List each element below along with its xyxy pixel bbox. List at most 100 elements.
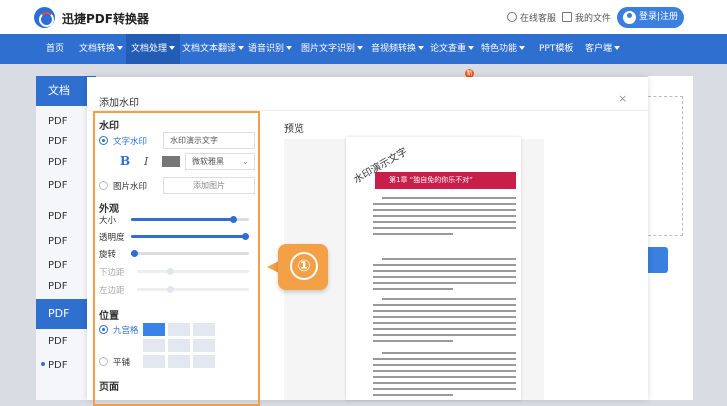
text-line: [373, 233, 453, 235]
background-sidebar-item[interactable]: PDF: [48, 157, 67, 168]
chevron-down-icon: [468, 46, 475, 50]
left-margin-slider[interactable]: [137, 286, 249, 293]
text-line: [373, 310, 516, 312]
size-slider-handle[interactable]: [230, 216, 238, 223]
text-line: [373, 203, 516, 205]
background-sidebar-item[interactable]: PDF: [48, 336, 67, 347]
size-slider[interactable]: [131, 216, 249, 223]
grid-cell-bottom-center[interactable]: [168, 355, 190, 368]
nav-client[interactable]: 客户端: [585, 34, 621, 64]
grid-cell-bottom-right[interactable]: [193, 355, 215, 368]
text-line: [373, 304, 516, 306]
nav-av-convert[interactable]: 音视频转换: [371, 34, 425, 64]
watermark-section-title: 水印: [99, 121, 119, 132]
nav-plagiarism[interactable]: 论文查重: [430, 34, 475, 64]
login-label: 登录|注册: [639, 12, 679, 22]
text-line: [382, 298, 516, 300]
nav-speech[interactable]: 语音识别: [248, 34, 293, 64]
chevron-down-icon: [418, 46, 425, 50]
italic-button[interactable]: I: [144, 155, 148, 168]
watermark-text-input[interactable]: 水印演示文字: [163, 132, 255, 149]
bottom-margin-slider[interactable]: [137, 268, 249, 275]
login-button[interactable]: 登录|注册: [617, 7, 684, 28]
text-line: [373, 264, 516, 266]
background-action-button[interactable]: [648, 247, 668, 273]
text-line: [373, 322, 516, 324]
my-files-label: 我的文件: [575, 14, 612, 24]
text-line: [373, 328, 516, 330]
background-sidebar-item[interactable]: PDF: [48, 211, 67, 222]
text-line: [373, 282, 516, 284]
chevron-down-icon: [238, 46, 245, 50]
background-sidebar-item[interactable]: PDF: [48, 116, 67, 127]
grid-cell-top-left[interactable]: [143, 323, 165, 336]
user-icon: [623, 11, 636, 24]
chevron-down-icon: [614, 46, 621, 50]
text-line: [373, 370, 516, 372]
grid-cell-middle-left[interactable]: [143, 339, 165, 352]
font-select-value: 微软雅黑: [192, 157, 224, 166]
my-files-link[interactable]: 我的文件: [562, 11, 611, 24]
background-sidebar-item[interactable]: PDF: [48, 236, 67, 247]
text-watermark-radio[interactable]: [99, 136, 108, 145]
chevron-down-icon: [286, 46, 293, 50]
grid-position-radio[interactable]: [99, 325, 108, 334]
opacity-slider[interactable]: [131, 233, 249, 240]
nav-ocr[interactable]: 图片文字识别: [301, 34, 364, 64]
bottom-margin-slider-handle[interactable]: [167, 268, 175, 275]
rotate-slider[interactable]: [131, 250, 249, 257]
top-header: 迅捷PDF转换器 在线客服 我的文件 登录|注册: [0, 0, 727, 34]
add-image-button[interactable]: 添加图片: [163, 177, 255, 194]
text-line: [373, 364, 516, 366]
nav-doc-process[interactable]: 文档处理: [126, 34, 181, 64]
left-margin-slider-handle[interactable]: [167, 286, 175, 293]
tile-position-label: 平铺: [113, 358, 131, 368]
grid-cell-middle-center[interactable]: [168, 339, 190, 352]
grid-cell-top-right[interactable]: [193, 323, 215, 336]
background-sidebar-item[interactable]: PDF: [48, 136, 67, 147]
text-line: [373, 358, 516, 360]
bottom-margin-label: 下边距: [99, 268, 125, 278]
grid-cell-bottom-left[interactable]: [143, 355, 165, 368]
image-watermark-radio[interactable]: [99, 181, 108, 190]
bold-button[interactable]: B: [120, 154, 130, 168]
nav-home[interactable]: 首页: [46, 34, 64, 64]
text-line: [373, 382, 516, 384]
background-sidebar-item[interactable]: PDF: [48, 360, 67, 371]
text-line: [382, 197, 516, 199]
main-nav: 首页 文档转换 文档处理 文档文本翻译 语音识别 图片文字识别 音视频转换 论文…: [0, 34, 727, 78]
app-logo-icon: [34, 7, 55, 28]
watermark-settings-panel: 水印 文字水印 水印演示文字 B I 微软雅黑 ⌄ 图片水印 添加图片 外观 大…: [93, 111, 260, 406]
rotate-slider-handle[interactable]: [131, 250, 139, 257]
headset-icon: [507, 12, 517, 22]
chevron-down-icon: [357, 46, 364, 50]
image-watermark-label: 图片水印: [113, 182, 148, 192]
online-service-link[interactable]: 在线客服: [507, 11, 556, 24]
grid-cell-top-center[interactable]: [168, 323, 190, 336]
online-service-label: 在线客服: [520, 14, 557, 24]
text-line: [382, 352, 516, 354]
text-line: [373, 340, 453, 342]
chapter-title: 第1章 “独自免的你乐不对”: [389, 176, 473, 184]
nav-translate[interactable]: 文档文本翻译: [182, 34, 245, 64]
nav-features[interactable]: 特色功能: [481, 34, 526, 64]
background-sidebar-item[interactable]: PDF: [48, 180, 67, 191]
grid-cell-middle-right[interactable]: [193, 339, 215, 352]
text-line: [373, 376, 516, 378]
text-line: [373, 288, 453, 290]
left-margin-label: 左边距: [99, 286, 125, 296]
background-sidebar-item[interactable]: PDF: [48, 260, 67, 271]
tile-position-radio[interactable]: [99, 357, 108, 366]
font-select[interactable]: 微软雅黑 ⌄: [185, 153, 255, 170]
rotate-label: 旋转: [99, 250, 117, 260]
nav-doc-convert[interactable]: 文档转换: [79, 34, 124, 64]
background-sidebar-item[interactable]: PDF: [48, 281, 67, 292]
opacity-slider-fill: [131, 235, 249, 238]
text-line: [373, 215, 516, 217]
position-section-title: 位置: [99, 311, 119, 322]
close-icon[interactable]: ×: [618, 92, 627, 105]
chevron-down-icon: [117, 46, 124, 50]
color-picker[interactable]: [162, 156, 180, 167]
nav-ppt[interactable]: PPT模板: [539, 34, 573, 64]
opacity-slider-handle[interactable]: [242, 233, 249, 240]
